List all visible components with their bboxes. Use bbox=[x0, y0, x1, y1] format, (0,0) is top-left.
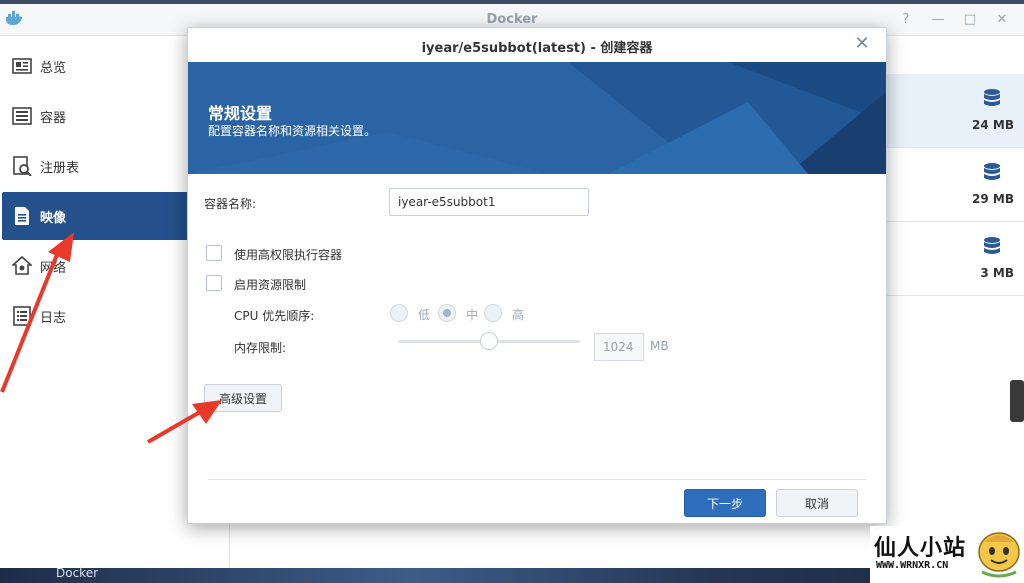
watermark-url: WWW.WRNXR.CN bbox=[876, 560, 949, 571]
cpu-high-radio[interactable] bbox=[484, 304, 502, 322]
privileged-label: 使用高权限执行容器 bbox=[234, 248, 343, 262]
resource-limit-label: 启用资源限制 bbox=[234, 278, 307, 292]
cpu-priority-label: CPU 优先顺序: bbox=[234, 309, 315, 323]
resource-limit-checkbox[interactable] bbox=[206, 275, 222, 291]
memory-unit: MB bbox=[650, 339, 669, 353]
sidebar-item-label: 注册表 bbox=[40, 160, 80, 176]
help-button[interactable]: ? bbox=[890, 10, 922, 30]
banner-title: 常规设置 bbox=[208, 104, 273, 123]
banner-background bbox=[188, 62, 886, 174]
dialog-banner: 常规设置 配置容器名称和资源相关设置。 bbox=[188, 62, 886, 174]
sidebar-item-label: 映像 bbox=[40, 210, 67, 226]
scrollbar-handle[interactable] bbox=[1010, 380, 1024, 422]
database-icon bbox=[984, 163, 1000, 180]
container-icon bbox=[12, 107, 32, 125]
list-item[interactable]: 24 MB bbox=[884, 74, 1024, 148]
image-icon bbox=[15, 207, 29, 225]
dialog-title: iyear/e5subbot(latest) - 创建容器 bbox=[421, 41, 653, 56]
container-name-label: 容器名称: bbox=[204, 197, 257, 211]
docker-window-title: Docker bbox=[486, 12, 538, 27]
watermark-title: 仙人小站 bbox=[874, 536, 967, 561]
image-size: 24 MB bbox=[972, 118, 1014, 132]
container-name-input[interactable] bbox=[389, 188, 589, 216]
overview-icon bbox=[12, 58, 32, 74]
window-controls: ? — □ ✕ bbox=[890, 10, 1018, 30]
cpu-medium-label: 中 bbox=[466, 308, 479, 322]
taskbar-docker-label[interactable]: Docker bbox=[56, 566, 98, 580]
list-item[interactable]: 3 MB bbox=[884, 222, 1024, 296]
cpu-high-label: 高 bbox=[512, 308, 525, 322]
log-icon bbox=[13, 306, 31, 326]
next-button[interactable]: 下一步 bbox=[684, 489, 766, 517]
privileged-checkbox[interactable] bbox=[206, 245, 222, 261]
memory-limit-label: 内存限制: bbox=[234, 341, 287, 355]
cpu-low-label: 低 bbox=[418, 308, 431, 322]
registry-icon bbox=[13, 156, 32, 176]
cpu-medium-radio[interactable] bbox=[438, 304, 456, 322]
maximize-button[interactable]: □ bbox=[954, 10, 986, 30]
close-icon[interactable]: ✕ bbox=[852, 34, 872, 54]
memory-limit-input[interactable] bbox=[594, 333, 644, 361]
sidebar-item-label: 日志 bbox=[40, 310, 67, 326]
site-watermark: 仙人小站 WWW.WRNXR.CN bbox=[870, 526, 1024, 583]
database-icon bbox=[984, 237, 1000, 254]
sidebar-item-label: 网络 bbox=[40, 260, 67, 276]
sidebar-item-label: 总览 bbox=[40, 60, 67, 76]
dialog-titlebar: iyear/e5subbot(latest) - 创建容器 ✕ bbox=[188, 28, 886, 62]
image-size: 29 MB bbox=[972, 192, 1014, 206]
advanced-settings-button[interactable]: 高级设置 bbox=[204, 384, 282, 412]
database-icon bbox=[984, 89, 1000, 106]
dialog-footer-divider bbox=[208, 479, 866, 480]
mascot-face-icon bbox=[978, 532, 1020, 578]
minimize-button[interactable]: — bbox=[922, 10, 954, 30]
close-window-button[interactable]: ✕ bbox=[986, 10, 1018, 30]
cpu-low-radio[interactable] bbox=[390, 304, 408, 322]
image-size: 3 MB bbox=[980, 266, 1014, 280]
sidebar-item-label: 容器 bbox=[40, 110, 67, 126]
list-item[interactable]: 29 MB bbox=[884, 148, 1024, 222]
create-container-dialog: iyear/e5subbot(latest) - 创建容器 ✕ 常规设置 配置容… bbox=[187, 27, 887, 524]
network-icon bbox=[12, 256, 32, 275]
memory-slider-handle[interactable] bbox=[480, 332, 498, 350]
banner-subtitle: 配置容器名称和资源相关设置。 bbox=[208, 124, 377, 138]
cancel-button[interactable]: 取消 bbox=[776, 489, 858, 517]
